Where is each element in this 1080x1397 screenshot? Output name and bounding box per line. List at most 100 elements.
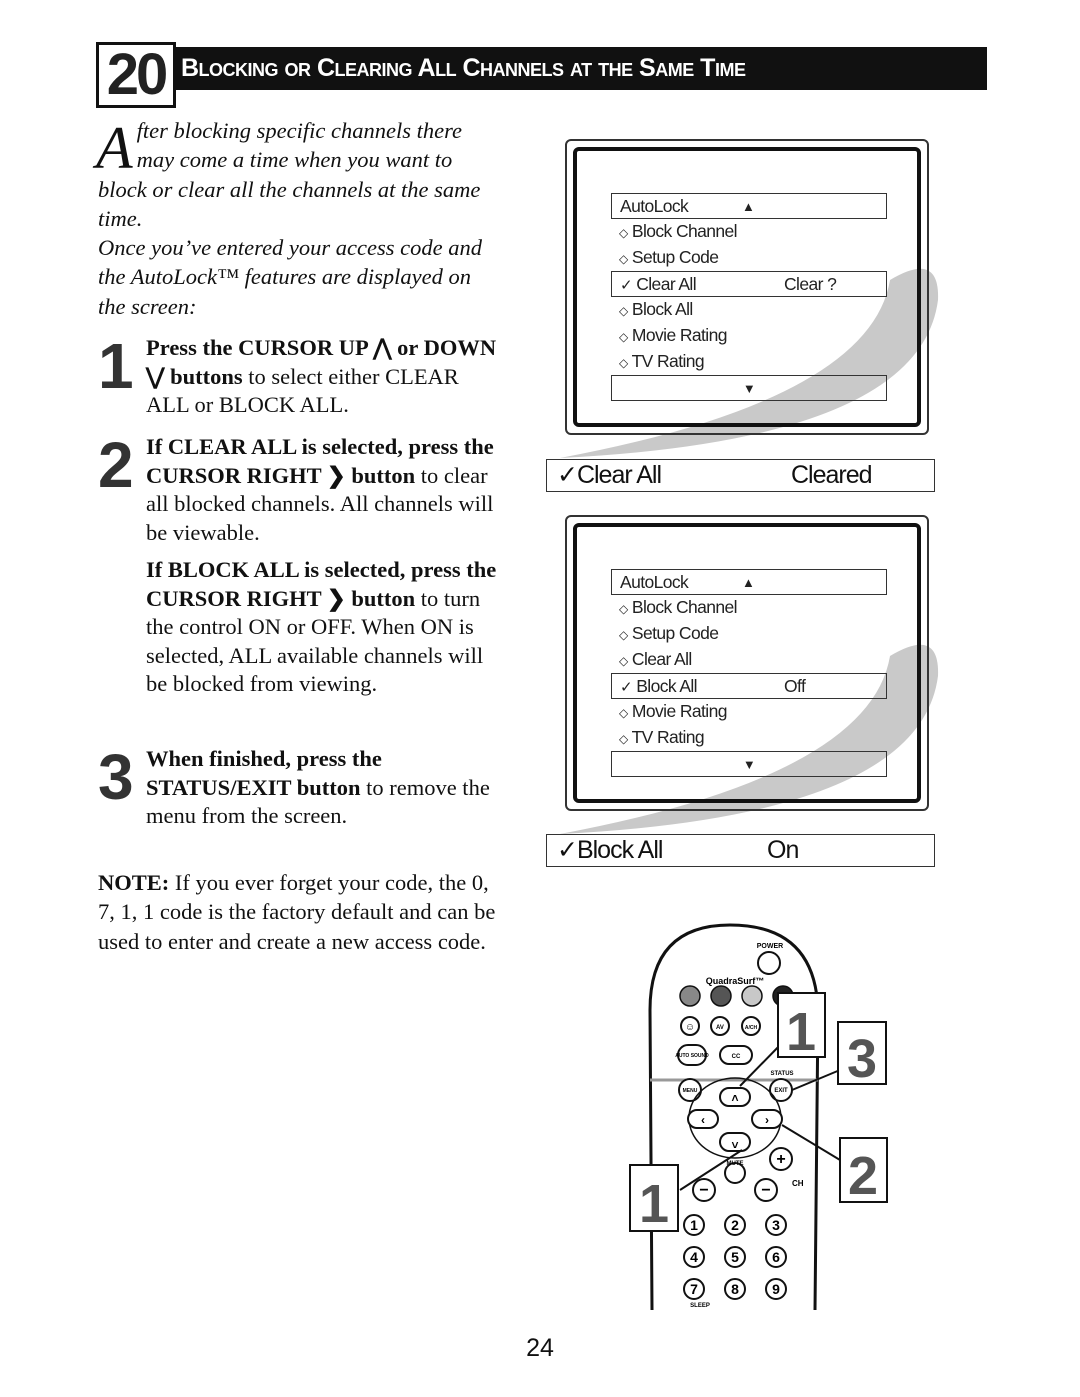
diamond-icon: ◇ [619, 226, 628, 240]
menu-title: AutoLock [620, 572, 689, 592]
menu-item-label: Movie Rating [631, 325, 728, 345]
digit-label: 6 [772, 1249, 780, 1265]
result-bar-1: ✓Clear All Cleared [546, 459, 935, 492]
menu-item[interactable]: ◇ Movie Rating [611, 699, 887, 725]
scroll-down-arrow-icon[interactable]: ▼ [743, 381, 756, 396]
diamond-icon: ◇ [619, 628, 628, 642]
menu-item[interactable]: ◇ Setup Code [611, 621, 887, 647]
remote-control: POWER QuadraSurf™ ☺ AV A/CH AUTO SOUND C… [629, 923, 888, 1311]
menu-item[interactable]: ◇ Block Channel [611, 219, 887, 245]
power-label: POWER [757, 943, 783, 950]
menu-item[interactable]: ✓ Block All Off [611, 673, 887, 699]
exit-label: EXIT [774, 1088, 788, 1094]
menu-label: MENU [683, 1088, 698, 1094]
menu-item-label: Movie Rating [631, 701, 728, 721]
drop-cap: A [96, 115, 133, 181]
intro-text: A fter blocking specific channels there … [96, 115, 498, 321]
check-icon: ✓ [620, 277, 633, 294]
menu-item[interactable]: ◇ Block Channel [611, 595, 887, 621]
digit-label: 4 [690, 1249, 698, 1265]
menu-item-label: Clear All [631, 649, 692, 669]
svg-text:+: + [776, 1151, 785, 1168]
menu-item-value: Off [784, 676, 806, 696]
note-label: NOTE: [98, 870, 170, 895]
note: NOTE: If you ever forget your code, the … [98, 868, 498, 956]
menu-item-label: Setup Code [631, 247, 719, 267]
check-icon: ✓ [620, 679, 633, 696]
section-number: 20 [96, 42, 176, 108]
menu-item-label: TV Rating [631, 351, 705, 371]
diamond-icon: ◇ [619, 602, 628, 616]
menu-title-row[interactable]: AutoLock ▲ [611, 569, 887, 595]
step-number: 2 [98, 429, 134, 501]
power-button[interactable] [757, 951, 781, 975]
diamond-icon: ◇ [619, 304, 628, 318]
scroll-up-arrow-icon[interactable]: ▲ [742, 570, 755, 595]
menu-item[interactable]: ◇ TV Rating [611, 725, 887, 751]
result-value: Cleared [791, 461, 873, 489]
digit-label: 3 [772, 1217, 780, 1233]
step-number: 3 [98, 741, 134, 813]
quadrasurf-button[interactable] [710, 985, 732, 1007]
menu-item-label: Block Channel [631, 597, 738, 617]
digit-label: 7 [690, 1281, 698, 1297]
svg-text:−: − [761, 1182, 770, 1199]
menu-item[interactable]: ✓ Clear All Clear ? [611, 271, 887, 297]
scroll-up-arrow-icon[interactable]: ▲ [742, 194, 755, 219]
menu-bottom-row[interactable]: ▼ [611, 375, 887, 401]
digit-label: 9 [772, 1281, 780, 1297]
diamond-icon: ◇ [619, 732, 628, 746]
callout-2: 2 [848, 1146, 878, 1206]
step-2b: If BLOCK ALL is selected, press the CURS… [98, 556, 498, 699]
menu-item-value: Clear ? [784, 274, 837, 294]
result-value: On [767, 836, 799, 864]
menu-item-label: Setup Code [631, 623, 719, 643]
status-label: STATUS [770, 1071, 793, 1077]
result-bar-2: ✓Block All On [546, 834, 935, 867]
ach-label: A/CH [745, 1025, 758, 1031]
diamond-icon: ◇ [619, 356, 628, 370]
step-2: 2 If CLEAR ALL is selected, press the CU… [98, 433, 498, 547]
quadrasurf-button[interactable] [679, 985, 701, 1007]
check-icon: ✓ [557, 836, 578, 864]
diamond-icon: ◇ [619, 252, 628, 266]
autolock-menu-2: AutoLock ▲ ◇ Block Channel ◇ Setup Code ◇ Cl… [611, 569, 887, 777]
svg-text:˄: ˄ [731, 1091, 738, 1105]
menu-title: AutoLock [620, 196, 689, 216]
intro-paragraph-1: fter blocking specific channels there ma… [98, 118, 481, 231]
quadrasurf-label: QuadraSurf™ [706, 976, 765, 986]
step-instruction: When finished, press the STATUS/EXIT but… [146, 746, 382, 800]
menu-item[interactable]: ◇ Clear All [611, 647, 887, 673]
quadrasurf-button[interactable] [741, 985, 763, 1007]
page-number: 24 [526, 1334, 554, 1362]
autolock-menu-1: AutoLock ▲ ◇ Block Channel ◇ Setup Code ✓ Cl… [611, 193, 887, 401]
mute-label: MUTE [727, 1161, 744, 1167]
auto-sound-label: AUTO SOUND [675, 1053, 709, 1059]
menu-item[interactable]: ◇ TV Rating [611, 349, 887, 375]
callout-1-down: 1 [639, 1174, 669, 1234]
menu-item[interactable]: ◇ Setup Code [611, 245, 887, 271]
sleep-label: SLEEP [690, 1303, 710, 1309]
step-3: 3 When finished, press the STATUS/EXIT b… [98, 745, 498, 831]
callout-1-up: 1 [786, 1002, 816, 1062]
ch-label: CH [792, 1179, 804, 1188]
menu-item[interactable]: ◇ Movie Rating [611, 323, 887, 349]
menu-bottom-row[interactable]: ▼ [611, 751, 887, 777]
menu-item-label: Block All [631, 299, 693, 319]
diamond-icon: ◇ [619, 654, 628, 668]
digit-label: 8 [731, 1281, 739, 1297]
diamond-icon: ◇ [619, 330, 628, 344]
check-icon: ✓ [557, 461, 578, 489]
av-label: AV [716, 1025, 724, 1031]
result-label: Clear All [576, 461, 662, 489]
menu-item-label: Block Channel [631, 221, 738, 241]
section-title: Blocking or Clearing All Channels at the… [175, 47, 987, 90]
svg-text:☺: ☺ [685, 1022, 695, 1033]
result-label: Block All [576, 836, 663, 864]
menu-item-label: Block All [636, 676, 697, 696]
menu-item-label: TV Rating [631, 727, 705, 747]
menu-item[interactable]: ◇ Block All [611, 297, 887, 323]
step-number: 1 [98, 330, 134, 402]
scroll-down-arrow-icon[interactable]: ▼ [743, 757, 756, 772]
menu-title-row[interactable]: AutoLock ▲ [611, 193, 887, 219]
